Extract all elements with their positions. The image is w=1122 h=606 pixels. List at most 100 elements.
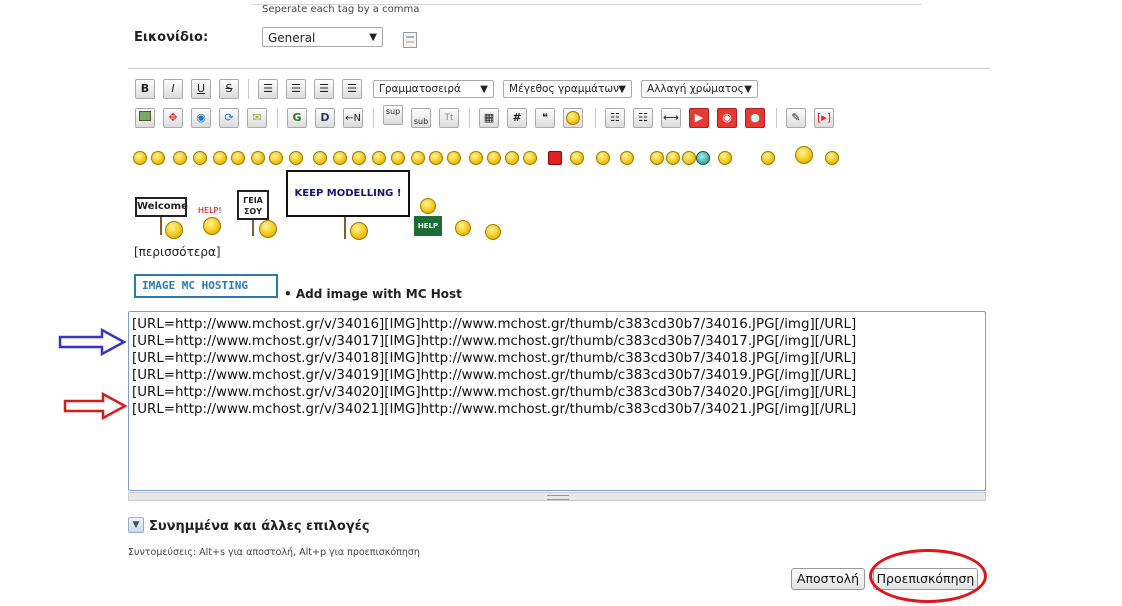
help-book-smiley[interactable]: HELP <box>414 198 444 240</box>
smiley-icon[interactable] <box>429 151 443 165</box>
subscript-button[interactable]: sub <box>411 108 431 128</box>
smiley-icon[interactable] <box>133 151 147 165</box>
dictionary-button[interactable]: D <box>315 108 335 128</box>
smiley-icon[interactable] <box>487 151 501 165</box>
icon-select[interactable]: General ▼ <box>262 27 383 47</box>
video-button[interactable]: ◉ <box>717 108 737 128</box>
keep-modelling-sign-smiley[interactable]: KEEP MODELLING ! <box>286 170 410 240</box>
thinking-smiley[interactable] <box>455 220 471 236</box>
horizontal-rule-icon: ⟷ <box>663 111 679 124</box>
quote-icon: ❝ <box>542 111 548 124</box>
insert-quote-button[interactable]: ❝ <box>535 108 555 128</box>
smiley-icon[interactable] <box>825 151 839 165</box>
smiley-icon[interactable] <box>570 151 584 165</box>
align-right-button[interactable]: ☰ <box>342 79 362 99</box>
insert-code-button[interactable]: # <box>507 108 527 128</box>
add-image-link[interactable]: • Add image with MC Host <box>284 287 462 301</box>
underline-button[interactable]: U <box>191 79 211 99</box>
youtube-button[interactable]: ▶ <box>689 108 709 128</box>
toggle-view-button[interactable]: [▸] <box>814 108 834 128</box>
attachments-toggle[interactable]: ▼ <box>128 517 144 533</box>
smiley-icon[interactable] <box>650 151 664 165</box>
align-left-icon: ☰ <box>263 82 273 95</box>
smiley-icon[interactable] <box>213 151 227 165</box>
chevron-down-icon: ▼ <box>618 84 626 95</box>
geia-sou-sign-smiley[interactable]: ΓΕΙΑ ΣΟΥ <box>233 188 285 240</box>
smiley-icon[interactable] <box>548 151 562 165</box>
smiley-icon[interactable] <box>372 151 386 165</box>
smiley-icon[interactable] <box>391 151 405 165</box>
user-mention-button[interactable]: ● <box>745 108 765 128</box>
strikethrough-button[interactable]: S <box>219 79 239 99</box>
smiley-icon[interactable] <box>231 151 245 165</box>
smiley-icon[interactable] <box>352 151 366 165</box>
numbered-list-button[interactable]: ☷ <box>633 108 653 128</box>
chevron-down-icon: ▼ <box>744 84 752 95</box>
color-select[interactable]: Αλλαγή χρώματος ▼ <box>641 80 758 98</box>
smiley-icon[interactable] <box>269 151 283 165</box>
size-select[interactable]: Μέγεθος γραμμάτων ▼ <box>503 80 632 98</box>
smiley-icon[interactable] <box>411 151 425 165</box>
image-hosting-logo[interactable]: IMAGE MC HOSTING <box>134 274 278 298</box>
smiley-icon[interactable] <box>505 151 519 165</box>
smiley-icon[interactable] <box>251 151 265 165</box>
chevron-down-icon: ▼ <box>132 520 140 530</box>
unlink-button[interactable]: ⟳ <box>219 108 239 128</box>
help-text: HELP! <box>198 206 222 215</box>
smiley-icon[interactable] <box>596 151 610 165</box>
smiley-icon[interactable] <box>289 151 303 165</box>
toolbar-separator <box>248 79 249 99</box>
smiley-icon[interactable] <box>151 151 165 165</box>
insert-table-button[interactable]: ▦ <box>479 108 499 128</box>
blue-arrow-annotation <box>58 328 127 356</box>
font-select[interactable]: Γραμματοσειρά ▼ <box>373 80 494 98</box>
align-left-button[interactable]: ☰ <box>258 79 278 99</box>
smiley-icon[interactable] <box>682 151 696 165</box>
spoiler-button[interactable] <box>563 108 583 128</box>
superscript-button[interactable]: sup <box>383 105 403 125</box>
align-center-button[interactable]: ☰ <box>314 79 334 99</box>
nobbc-button[interactable]: ←N <box>343 108 363 128</box>
welcome-sign-smiley[interactable]: Welcome <box>135 197 189 241</box>
smiley-icon[interactable] <box>718 151 732 165</box>
smiley-icon[interactable] <box>696 151 710 165</box>
insert-email-button[interactable]: ✉ <box>247 108 267 128</box>
bullet-list-button[interactable]: ☷ <box>605 108 625 128</box>
red-arrow-annotation <box>63 392 128 420</box>
arrow-left-icon: ←N <box>345 113 361 124</box>
smiley-icon[interactable] <box>761 151 775 165</box>
insert-media-button[interactable]: ✥ <box>163 108 183 128</box>
google-button[interactable]: G <box>287 108 307 128</box>
smiley-icon[interactable] <box>173 151 187 165</box>
icon-field-label: Εικονίδιο: <box>134 30 209 45</box>
smiley-icon[interactable] <box>523 151 537 165</box>
smiley-icon[interactable] <box>193 151 207 165</box>
waving-smiley[interactable] <box>485 224 501 240</box>
icon-preview-image <box>403 32 417 48</box>
italic-button[interactable]: I <box>163 79 183 99</box>
textarea-resize-handle[interactable] <box>128 492 986 501</box>
smiley-icon[interactable] <box>620 151 634 165</box>
smiley-icon[interactable] <box>333 151 347 165</box>
insert-image-button[interactable] <box>135 108 155 128</box>
tags-hint: Seperate each tag by a comma <box>262 4 420 15</box>
teletype-button[interactable]: Tt <box>439 108 459 128</box>
smiley-icon[interactable] <box>666 151 680 165</box>
align-justify-button[interactable]: ☰ <box>286 79 306 99</box>
globe-icon: ◉ <box>196 111 206 124</box>
insert-link-button[interactable]: ◉ <box>191 108 211 128</box>
smiley-icon[interactable] <box>313 151 327 165</box>
smiley-icon[interactable] <box>469 151 483 165</box>
remove-format-button[interactable]: ✎ <box>786 108 806 128</box>
horizontal-rule-button[interactable]: ⟷ <box>661 108 681 128</box>
smiley-icon[interactable] <box>795 146 813 164</box>
bold-button[interactable]: B <box>135 79 155 99</box>
toolbar-separator <box>469 108 470 128</box>
more-smileys-link[interactable]: [περισσότερα] <box>134 245 221 259</box>
smiley-icon[interactable] <box>447 151 461 165</box>
help-smiley[interactable]: HELP! <box>196 206 228 240</box>
attachments-label[interactable]: Συνημμένα και άλλες επιλογές <box>149 519 370 534</box>
submit-button[interactable]: Αποστολή <box>791 568 865 590</box>
pen-icon: ✎ <box>791 111 801 124</box>
message-textarea[interactable]: [URL=http://www.mchost.gr/v/34016][IMG]h… <box>128 311 986 491</box>
